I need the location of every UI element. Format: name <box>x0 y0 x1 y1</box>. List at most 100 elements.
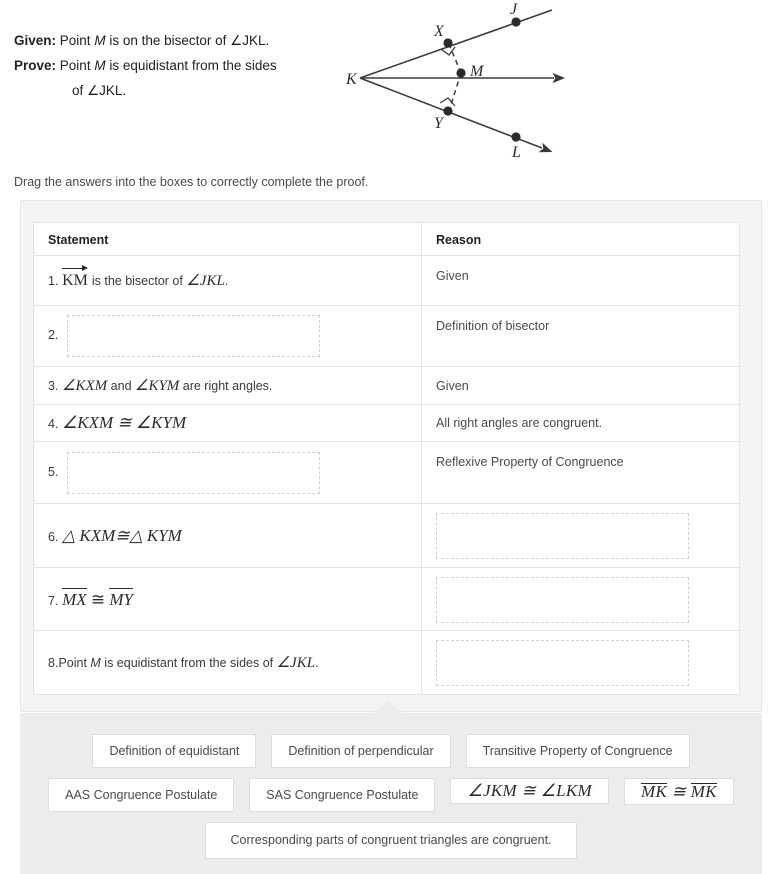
tile-segment-mk-a: MK <box>641 782 668 801</box>
statement-8-text-a: Point <box>58 656 91 670</box>
answer-tile-aas-congruence-postulate[interactable]: AAS Congruence Postulate <box>48 778 235 812</box>
statement-1-period: . <box>224 274 229 288</box>
prove-point-m: M <box>94 58 106 73</box>
tile-row-1: Definition of equidistant Definition of … <box>20 734 762 768</box>
segment-my-overline: MY <box>109 587 133 609</box>
prove-period: . <box>122 83 127 98</box>
given-text-a: Point <box>59 33 95 48</box>
row-number-4: 4. <box>48 417 59 431</box>
prove-line: Prove: Point M is equidistant from the s… <box>14 53 344 78</box>
dropzone-statement-2[interactable] <box>67 315 321 357</box>
statement-8-angle: ∠JKL <box>276 655 316 671</box>
statement-6-triangle-a: △ KXM <box>62 525 116 545</box>
statement-cell-3: 3. ∠KXM and ∠KYM are right angles. <box>33 366 422 405</box>
given-angle-jkl: ∠JKL <box>230 33 266 48</box>
answer-tile-transitive-property-of-congruence[interactable]: Transitive Property of Congruence <box>465 734 690 768</box>
reason-cell-4: All right angles are congruent. <box>421 404 740 442</box>
answer-tile-angle-jkm-congruent-lkm[interactable]: ∠JKM ≅ ∠LKM <box>450 778 610 804</box>
label-k: K <box>345 71 358 88</box>
tray-caret-icon <box>374 700 402 713</box>
instruction-text: Drag the answers into the boxes to corre… <box>14 175 369 189</box>
statement-3-mid: and <box>107 379 135 393</box>
row-number-1: 1. <box>48 274 59 288</box>
point-j <box>511 17 521 27</box>
dropzone-reason-7[interactable] <box>436 577 689 623</box>
statement-cell-6: 6. △ KXM≅△ KYM <box>33 503 422 568</box>
dropzone-reason-6[interactable] <box>436 513 689 559</box>
segment-mx-overline: MX <box>62 587 87 609</box>
answer-tile-cpctc[interactable]: Corresponding parts of congruent triangl… <box>205 822 577 859</box>
label-x: X <box>433 23 445 40</box>
table-row: 8.Point M is equidistant from the sides … <box>33 630 740 695</box>
statement-3-angle-b: ∠KYM <box>135 378 180 394</box>
reason-cell-3: Given <box>421 366 740 405</box>
statement-8-point-m: M <box>90 656 101 670</box>
row-number-2: 2. <box>48 328 59 343</box>
statement-1-angle: ∠JKL <box>186 273 225 289</box>
answer-tile-definition-of-perpendicular[interactable]: Definition of perpendicular <box>271 734 451 768</box>
label-m: M <box>469 63 485 80</box>
statement-cell-2: 2. <box>33 305 422 367</box>
answer-tile-definition-of-equidistant[interactable]: Definition of equidistant <box>92 734 257 768</box>
answer-tile-segment-mk-congruent-mk[interactable]: MK ≅ MK <box>624 778 734 805</box>
tile-row-3: Corresponding parts of congruent triangl… <box>20 822 762 859</box>
tile-row-2: AAS Congruence Postulate SAS Congruence … <box>20 778 762 812</box>
table-row: 2. Definition of bisector <box>33 305 740 367</box>
table-row: 3. ∠KXM and ∠KYM are right angles. Given <box>33 366 740 405</box>
answer-tile-sas-congruence-postulate[interactable]: SAS Congruence Postulate <box>249 778 436 812</box>
label-j: J <box>510 1 518 18</box>
given-point-m: M <box>94 33 106 48</box>
point-l <box>511 132 521 142</box>
table-header-row: Statement Reason <box>33 222 740 256</box>
table-row: 4. ∠KXM ≅ ∠KYM All right angles are cong… <box>33 404 740 442</box>
statement-cell-7: 7. MX ≅ MY <box>33 567 422 631</box>
answer-tile-tray: Definition of equidistant Definition of … <box>20 713 762 874</box>
statement-4-math: ∠KXM ≅ ∠KYM <box>62 413 187 432</box>
statement-1-math: KM <box>62 264 92 289</box>
statement-7-math: MX ≅ MY <box>62 587 133 609</box>
prove-text-b: is equidistant from the sides <box>105 58 277 73</box>
reason-cell-5: Reflexive Property of Congruence <box>421 441 740 504</box>
angle-bisector-figure: J K L M X Y <box>344 0 584 170</box>
segment-mx-dashed <box>448 43 462 74</box>
label-l: L <box>511 144 521 161</box>
given-prove-block: Given: Point M is on the bisector of ∠JK… <box>14 28 344 103</box>
row-number-3: 3. <box>48 379 59 393</box>
table-row: 6. △ KXM≅△ KYM <box>33 503 740 568</box>
statement-8-period: . <box>315 656 319 670</box>
label-y: Y <box>434 115 445 132</box>
proof-exercise-page: Given: Point M is on the bisector of ∠JK… <box>0 0 783 874</box>
proof-table: Statement Reason 1. KM is the bisector o… <box>33 222 740 695</box>
statement-8-text-b: is equidistant from the sides of <box>100 656 277 670</box>
statement-7-congruent: ≅ <box>86 589 110 609</box>
point-x <box>443 38 453 48</box>
row-number-8: 8. <box>48 656 59 670</box>
point-m <box>456 68 466 78</box>
table-row: 7. MX ≅ MY <box>33 567 740 631</box>
reason-cell-8 <box>421 630 740 695</box>
dropzone-statement-5[interactable] <box>67 451 321 494</box>
prove-angle-jkl: ∠JKL <box>87 83 123 98</box>
ray-km-overarrow: KM <box>62 264 88 289</box>
figure-svg: J K L M X Y <box>345 1 566 161</box>
problem-header: Given: Point M is on the bisector of ∠JK… <box>0 0 783 170</box>
prove-text-c: of <box>72 83 88 98</box>
given-label: Given: <box>14 33 57 48</box>
reason-cell-6 <box>421 503 740 568</box>
statement-cell-5: 5. <box>33 441 422 504</box>
reason-cell-7 <box>421 567 740 631</box>
row-number-6: 6. <box>48 529 59 544</box>
prove-text-a: Point <box>59 58 95 73</box>
prove-label: Prove: <box>14 58 57 73</box>
point-y <box>443 106 453 116</box>
reason-cell-2: Definition of bisector <box>421 305 740 367</box>
row-number-5: 5. <box>48 464 59 479</box>
statement-6-congruent: ≅ <box>115 525 130 545</box>
statement-cell-8: 8.Point M is equidistant from the sides … <box>33 630 422 695</box>
statement-1-tail: is the bisector of <box>91 274 187 288</box>
tile-segment-mk-b: MK <box>690 782 718 801</box>
table-row: 5. Reflexive Property of Congruence <box>33 441 740 504</box>
tile-congruent-symbol: ≅ <box>667 782 691 801</box>
dropzone-reason-8[interactable] <box>436 640 689 686</box>
reason-cell-1: Given <box>421 255 740 306</box>
